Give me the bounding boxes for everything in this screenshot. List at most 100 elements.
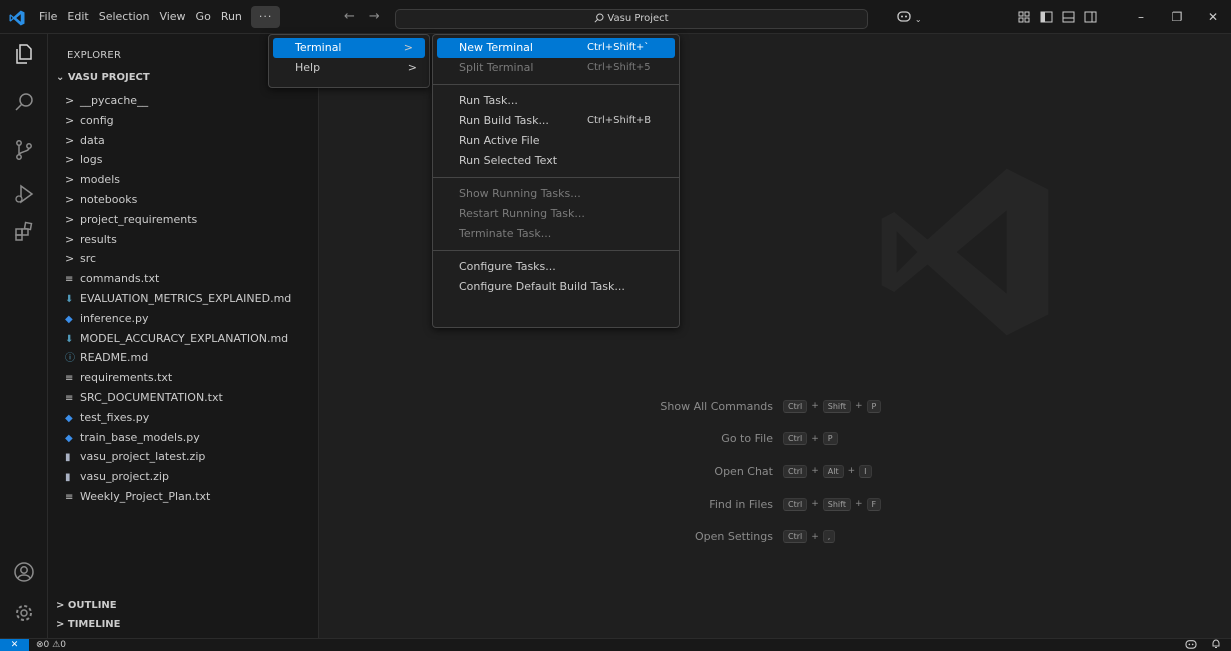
toggle-panel-icon[interactable] bbox=[1062, 11, 1075, 23]
warning-count: 0 bbox=[60, 640, 66, 650]
key-cap: , bbox=[822, 530, 836, 544]
close-button[interactable]: ✕ bbox=[1195, 0, 1231, 34]
source-control-icon[interactable] bbox=[12, 138, 36, 162]
shortcut-row[interactable]: Open Chat Ctrl + Alt + I bbox=[540, 455, 940, 488]
tree-item-label: Weekly_Project_Plan.txt bbox=[80, 489, 211, 503]
tree-item-label: data bbox=[80, 133, 105, 147]
menu-overflow-button[interactable]: ··· bbox=[250, 6, 281, 28]
menu-item-label: Restart Running Task... bbox=[459, 207, 585, 220]
python-file-icon: ◆ bbox=[65, 313, 73, 325]
file-item[interactable]: ⬇ MODEL_ACCURACY_EXPLANATION.md bbox=[48, 329, 319, 349]
toggle-primary-sidebar-icon[interactable] bbox=[1040, 11, 1053, 23]
project-folder-header[interactable]: ⌄ VASU PROJECT bbox=[56, 72, 150, 83]
key-cap: Shift bbox=[822, 399, 851, 413]
outline-section-header[interactable]: > OUTLINE bbox=[56, 600, 117, 611]
python-file-icon: ◆ bbox=[65, 412, 73, 424]
menu-view[interactable]: View bbox=[154, 6, 190, 28]
tree-item-label: inference.py bbox=[80, 311, 149, 325]
terminal-menu-item[interactable]: Run Build Task... Ctrl+Shift+B bbox=[433, 111, 679, 131]
terminal-menu-item[interactable]: New Terminal Ctrl+Shift+` bbox=[437, 38, 675, 58]
key-cap: P bbox=[866, 399, 882, 413]
chevron-right-icon: > bbox=[65, 94, 75, 107]
extensions-icon[interactable] bbox=[12, 220, 36, 244]
minimize-button[interactable]: – bbox=[1123, 0, 1159, 34]
command-center-search[interactable]: Vasu Project bbox=[395, 9, 868, 29]
chevron-down-icon: ⌄ bbox=[56, 72, 68, 83]
tree-item-label: commands.txt bbox=[80, 272, 160, 286]
zip-file-icon: ▮ bbox=[65, 452, 71, 464]
explorer-files-icon[interactable] bbox=[12, 42, 36, 66]
toggle-secondary-sidebar-icon[interactable] bbox=[1084, 11, 1097, 23]
settings-gear-icon[interactable] bbox=[12, 601, 36, 625]
file-item[interactable]: ◆ inference.py bbox=[48, 309, 319, 329]
activity-bar bbox=[0, 34, 48, 638]
key-plus-separator: + bbox=[811, 466, 819, 477]
chevron-right-icon: > bbox=[65, 153, 75, 167]
search-sidebar-icon[interactable] bbox=[12, 90, 36, 114]
menu-terminal[interactable]: Terminal > bbox=[273, 38, 425, 58]
menu-item-label: Terminate Task... bbox=[459, 227, 552, 240]
timeline-section-header[interactable]: > TIMELINE bbox=[56, 619, 121, 630]
terminal-menu-item: Split Terminal Ctrl+Shift+5 bbox=[433, 58, 679, 78]
tree-item-label: EVALUATION_METRICS_EXPLAINED.md bbox=[80, 291, 292, 305]
terminal-menu-item: Terminate Task... bbox=[433, 224, 679, 244]
chevron-right-icon: > bbox=[65, 232, 75, 246]
folder-item[interactable]: > logs bbox=[48, 150, 319, 170]
tree-item-label: src bbox=[80, 252, 97, 266]
problems-indicator[interactable]: ⊗0 ⚠0 bbox=[36, 639, 66, 651]
copilot-status-icon[interactable] bbox=[1185, 639, 1197, 651]
file-item[interactable]: ▮ vasu_project_latest.zip bbox=[48, 447, 319, 467]
key-cap: Ctrl bbox=[783, 464, 808, 478]
file-item[interactable]: ⓘ README.md bbox=[48, 348, 319, 368]
menu-go[interactable]: Go bbox=[191, 6, 216, 28]
forward-arrow-icon[interactable]: → bbox=[369, 9, 380, 24]
folder-item[interactable]: > notebooks bbox=[48, 190, 319, 210]
notifications-bell-icon[interactable] bbox=[1211, 639, 1221, 651]
terminal-menu-item[interactable]: Run Selected Text bbox=[433, 151, 679, 171]
layout-controls bbox=[1018, 11, 1097, 23]
tree-item-label: train_base_models.py bbox=[80, 430, 200, 444]
key-cap: Shift bbox=[822, 497, 851, 511]
terminal-menu-item[interactable]: Configure Default Build Task... bbox=[433, 277, 679, 297]
shortcut-label: Open Chat bbox=[714, 464, 773, 478]
folder-item[interactable]: > models bbox=[48, 170, 319, 190]
menu-item-shortcut: Ctrl+Shift+B bbox=[587, 115, 652, 126]
file-item[interactable]: ≡ SRC_DOCUMENTATION.txt bbox=[48, 388, 319, 408]
shortcut-row[interactable]: Find in Files Ctrl + Shift + F bbox=[540, 488, 940, 521]
folder-item[interactable]: > project_requirements bbox=[48, 210, 319, 230]
copilot-menu-button[interactable]: ⌄ bbox=[897, 10, 922, 25]
terminal-menu-item[interactable]: Configure Tasks... bbox=[433, 257, 679, 277]
back-arrow-icon[interactable]: ← bbox=[344, 9, 355, 24]
shortcut-row[interactable]: Go to File Ctrl + P bbox=[540, 423, 940, 456]
file-item[interactable]: ◆ test_fixes.py bbox=[48, 408, 319, 428]
file-item[interactable]: ◆ train_base_models.py bbox=[48, 428, 319, 448]
folder-item[interactable]: > results bbox=[48, 230, 319, 250]
file-item[interactable]: ≡ Weekly_Project_Plan.txt bbox=[48, 487, 319, 507]
file-item[interactable]: ⬇ EVALUATION_METRICS_EXPLAINED.md bbox=[48, 289, 319, 309]
menu-help[interactable]: Help > bbox=[269, 58, 429, 78]
accounts-icon[interactable] bbox=[12, 560, 36, 584]
shortcut-row[interactable]: Open Settings Ctrl +, bbox=[540, 520, 940, 553]
menu-file[interactable]: File bbox=[34, 6, 62, 28]
menu-edit[interactable]: Edit bbox=[62, 6, 93, 28]
folder-item[interactable]: > src bbox=[48, 249, 319, 269]
menu-selection[interactable]: Selection bbox=[94, 6, 155, 28]
shortcut-row[interactable]: Show All Commands Ctrl + Shift + P bbox=[540, 390, 940, 423]
key-plus-separator: + bbox=[811, 499, 819, 510]
tree-item-label: vasu_project_latest.zip bbox=[80, 450, 206, 464]
error-icon: ⊗ bbox=[36, 640, 44, 650]
run-debug-icon[interactable] bbox=[12, 182, 36, 206]
menu-run[interactable]: Run bbox=[216, 6, 247, 28]
folder-item[interactable]: > config bbox=[48, 111, 319, 131]
terminal-menu-item[interactable]: Run Task... bbox=[433, 91, 679, 111]
terminal-menu-item[interactable]: Run Active File bbox=[433, 131, 679, 151]
keybinding: Ctrl + Shift + F bbox=[783, 497, 882, 511]
remote-indicator-button[interactable]: ✕ bbox=[0, 639, 29, 651]
customize-layout-icon[interactable] bbox=[1018, 11, 1031, 23]
file-item[interactable]: ≡ commands.txt bbox=[48, 269, 319, 289]
file-item[interactable]: ▮ vasu_project.zip bbox=[48, 467, 319, 487]
restore-button[interactable]: ❐ bbox=[1159, 0, 1195, 34]
folder-item[interactable]: > data bbox=[48, 131, 319, 151]
folder-item[interactable]: > __pycache__ bbox=[48, 91, 319, 111]
file-item[interactable]: ≡ requirements.txt bbox=[48, 368, 319, 388]
